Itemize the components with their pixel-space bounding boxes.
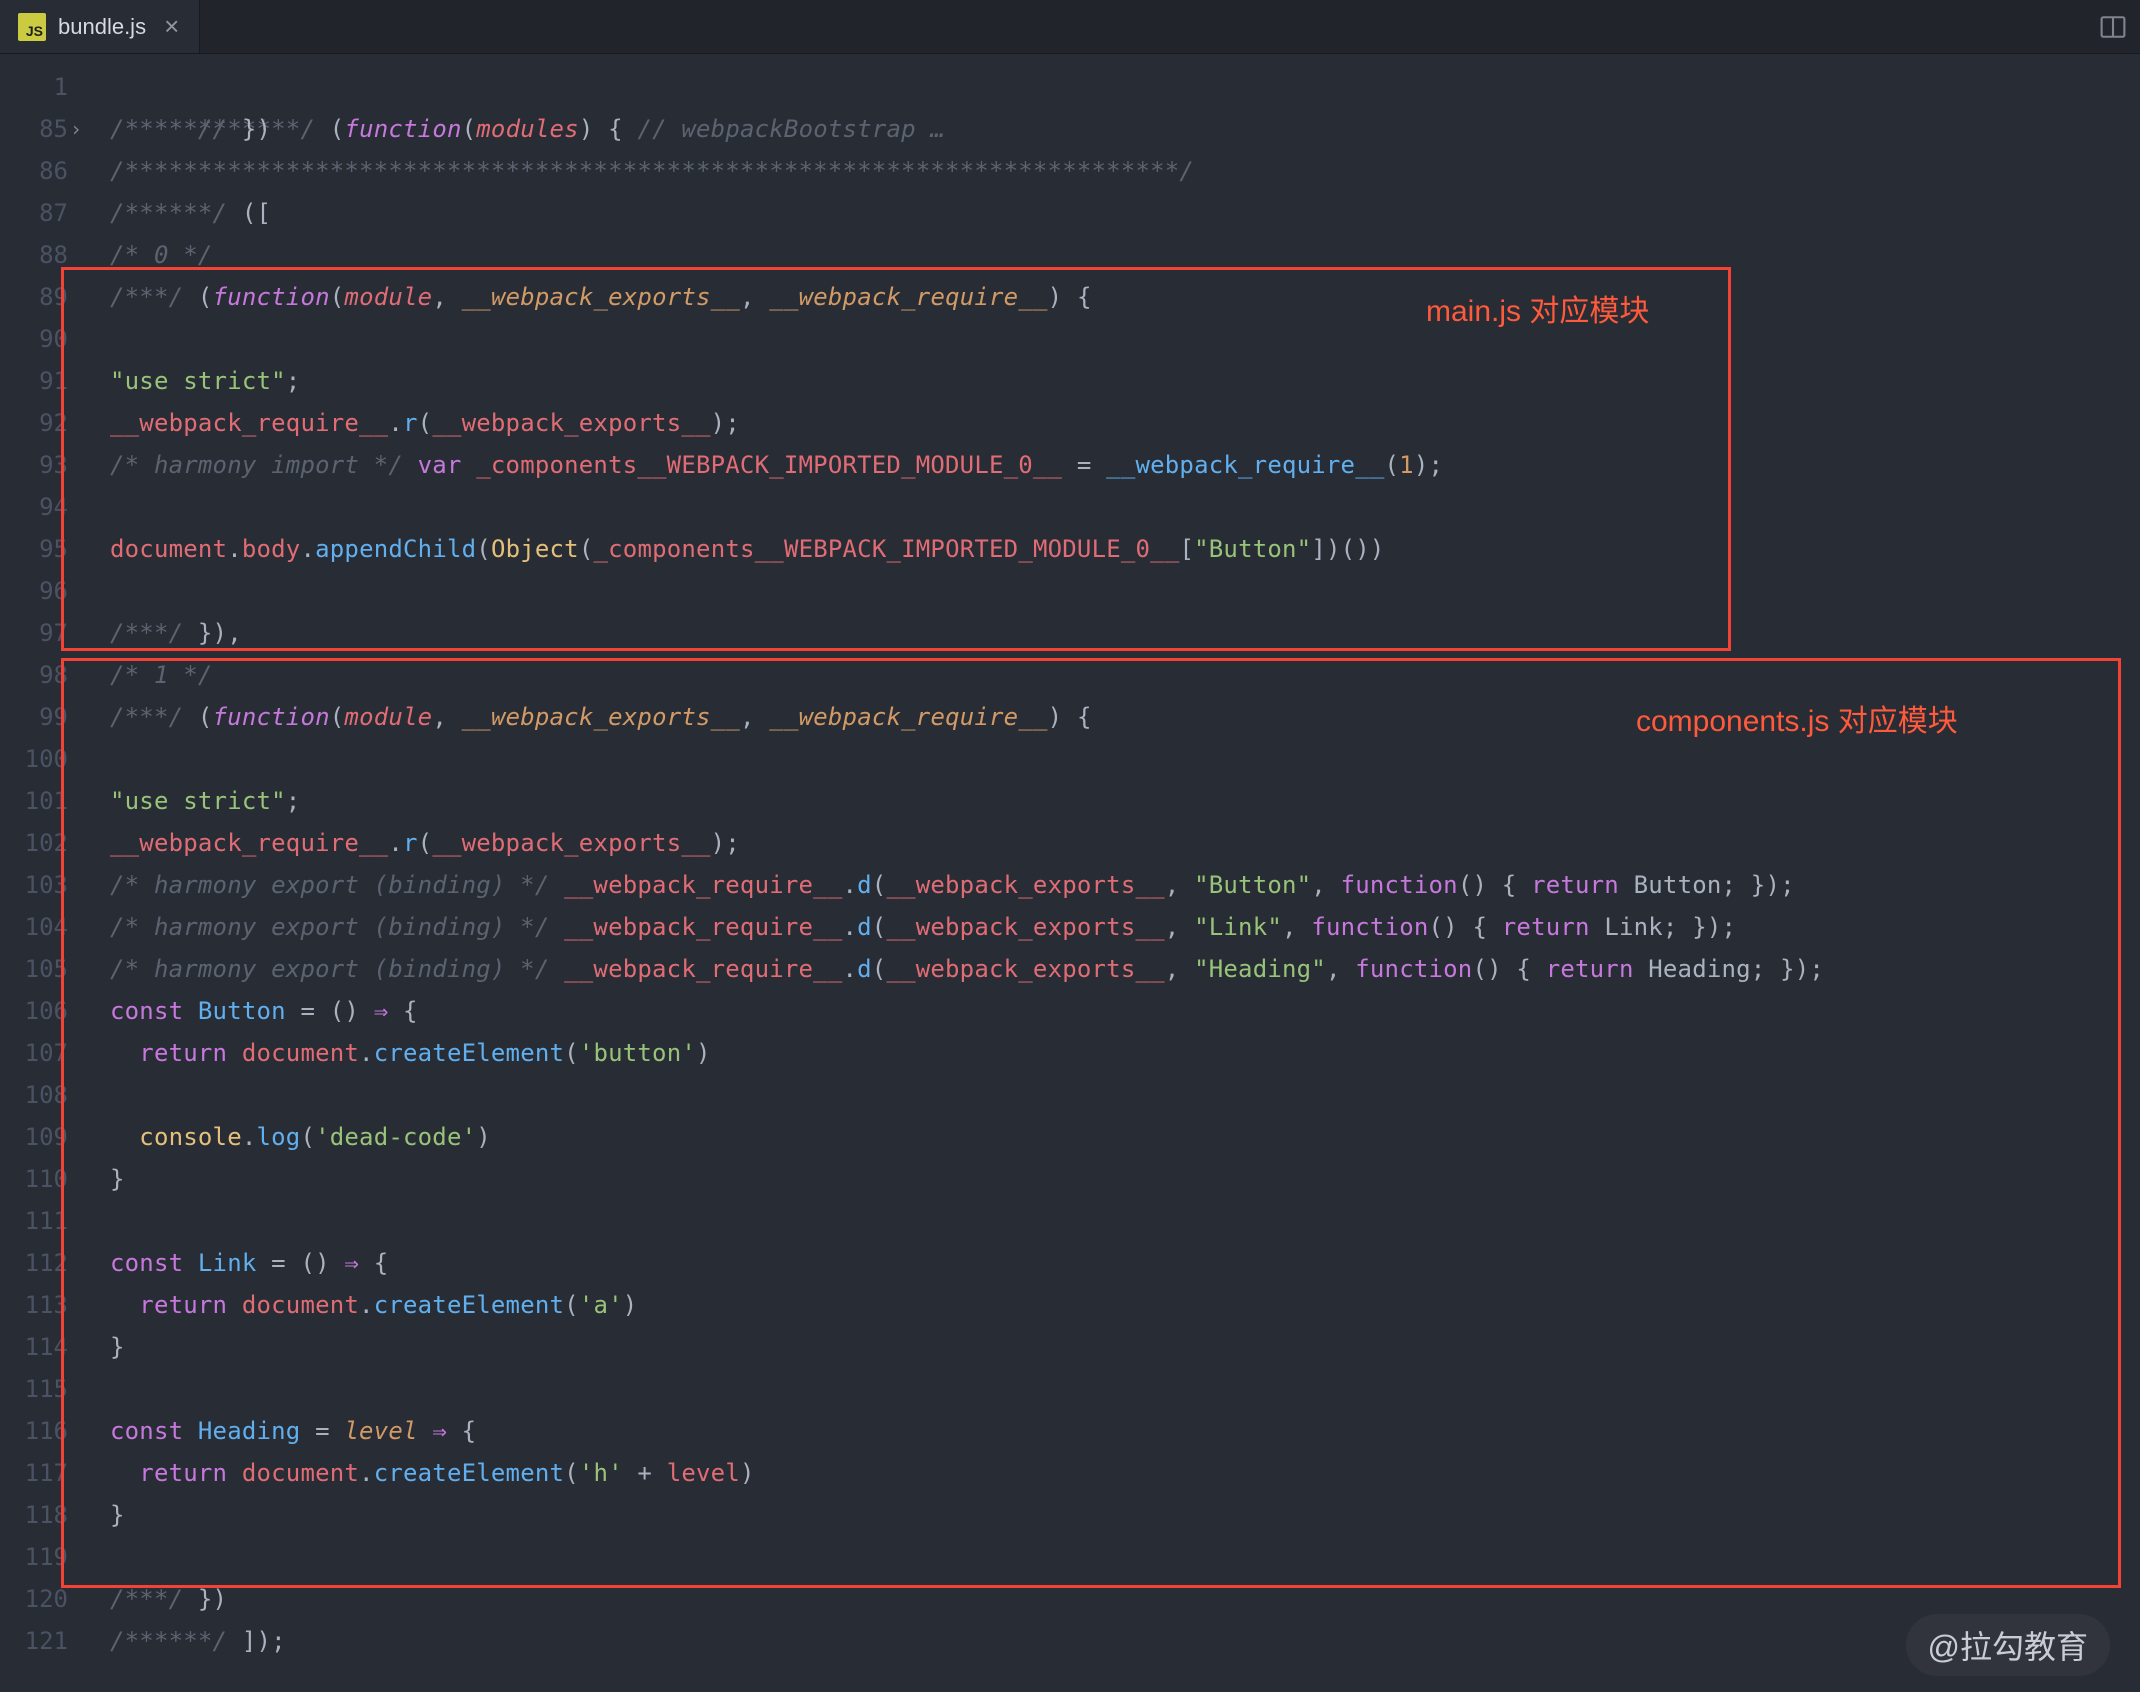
code-line: /***************************************…: [110, 150, 2140, 192]
line-number: 96: [0, 570, 96, 612]
code-line: __webpack_require__.r(__webpack_exports_…: [110, 402, 2140, 444]
code-line: }: [110, 1494, 2140, 1536]
line-number: 114: [0, 1326, 96, 1368]
line-number: 116: [0, 1410, 96, 1452]
code-line: [110, 738, 2140, 780]
line-number: 113: [0, 1284, 96, 1326]
code-line: return document.createElement('button'): [110, 1032, 2140, 1074]
line-number: 90: [0, 318, 96, 360]
code-line: /* harmony export (binding) */ __webpack…: [110, 948, 2140, 990]
line-number: 102: [0, 822, 96, 864]
code-line: /* 0 */: [110, 234, 2140, 276]
tab-filename: bundle.js: [58, 14, 146, 40]
code-line: /***/ }),: [110, 612, 2140, 654]
line-number: 115: [0, 1368, 96, 1410]
line-number: 108: [0, 1074, 96, 1116]
line-number: 106: [0, 990, 96, 1032]
line-number: 98: [0, 654, 96, 696]
code-line: }: [110, 1326, 2140, 1368]
code-line: "use strict";: [110, 360, 2140, 402]
code-line: [110, 318, 2140, 360]
code-editor[interactable]: 1858687888990919293949596979899100101102…: [0, 54, 2140, 1692]
line-number: 101: [0, 780, 96, 822]
code-area[interactable]: ›/******/ (function(modules) { // webpac…: [96, 54, 2140, 1692]
code-line: return document.createElement('h' + leve…: [110, 1452, 2140, 1494]
code-line: ›/******/ (function(modules) { // webpac…: [110, 66, 2140, 108]
line-number-gutter: 1858687888990919293949596979899100101102…: [0, 54, 96, 1692]
tab-bar-spacer: [200, 0, 2086, 53]
line-number: 95: [0, 528, 96, 570]
line-number: 87: [0, 192, 96, 234]
line-number: 111: [0, 1200, 96, 1242]
line-number: 120: [0, 1578, 96, 1620]
tab-bar: JS bundle.js ×: [0, 0, 2140, 54]
code-line: const Button = () ⇒ {: [110, 990, 2140, 1032]
code-line: console.log('dead-code'): [110, 1116, 2140, 1158]
line-number: 112: [0, 1242, 96, 1284]
line-number: 94: [0, 486, 96, 528]
watermark: @拉勾教育: [1906, 1614, 2111, 1676]
code-line: [110, 1074, 2140, 1116]
line-number: 118: [0, 1494, 96, 1536]
line-number: 121: [0, 1620, 96, 1662]
line-number: 107: [0, 1032, 96, 1074]
line-number: 89: [0, 276, 96, 318]
line-number: 91: [0, 360, 96, 402]
code-line: "use strict";: [110, 780, 2140, 822]
line-number: 105: [0, 948, 96, 990]
code-line: /******/ ]);: [110, 1620, 2140, 1662]
line-number: 104: [0, 906, 96, 948]
line-number: 99: [0, 696, 96, 738]
code-line: /***/ (function(module, __webpack_export…: [110, 276, 2140, 318]
line-number: 1: [0, 66, 96, 108]
annotation-label-components: components.js 对应模块: [1636, 696, 1958, 740]
code-line: const Link = () ⇒ {: [110, 1242, 2140, 1284]
code-line: [110, 1200, 2140, 1242]
line-number: 109: [0, 1116, 96, 1158]
code-line: /* harmony export (binding) */ __webpack…: [110, 906, 2140, 948]
line-number: 93: [0, 444, 96, 486]
code-line: document.body.appendChild(Object(_compon…: [110, 528, 2140, 570]
line-number: 103: [0, 864, 96, 906]
code-line: }: [110, 1158, 2140, 1200]
line-number: 110: [0, 1158, 96, 1200]
close-tab-icon[interactable]: ×: [164, 11, 179, 42]
line-number: 92: [0, 402, 96, 444]
js-file-icon: JS: [18, 13, 46, 41]
line-number: 100: [0, 738, 96, 780]
line-number: 88: [0, 234, 96, 276]
code-line: [110, 1536, 2140, 1578]
code-line: return document.createElement('a'): [110, 1284, 2140, 1326]
line-number: 97: [0, 612, 96, 654]
editor-tab[interactable]: JS bundle.js ×: [0, 0, 200, 53]
code-line: /* harmony export (binding) */ __webpack…: [110, 864, 2140, 906]
code-line: /******/ ([: [110, 192, 2140, 234]
fold-caret-icon[interactable]: ›: [70, 108, 82, 150]
code-line: const Heading = level ⇒ {: [110, 1410, 2140, 1452]
code-line: [110, 1368, 2140, 1410]
code-line: [110, 486, 2140, 528]
line-number: 117: [0, 1452, 96, 1494]
annotation-label-main: main.js 对应模块: [1426, 286, 1649, 330]
code-line: __webpack_require__.r(__webpack_exports_…: [110, 822, 2140, 864]
code-line: [110, 570, 2140, 612]
code-line: /* harmony import */ var _components__WE…: [110, 444, 2140, 486]
split-editor-icon[interactable]: [2086, 0, 2140, 53]
line-number: 86: [0, 150, 96, 192]
code-line: /* 1 */: [110, 654, 2140, 696]
line-number: 119: [0, 1536, 96, 1578]
code-line: /***/ }): [110, 1578, 2140, 1620]
